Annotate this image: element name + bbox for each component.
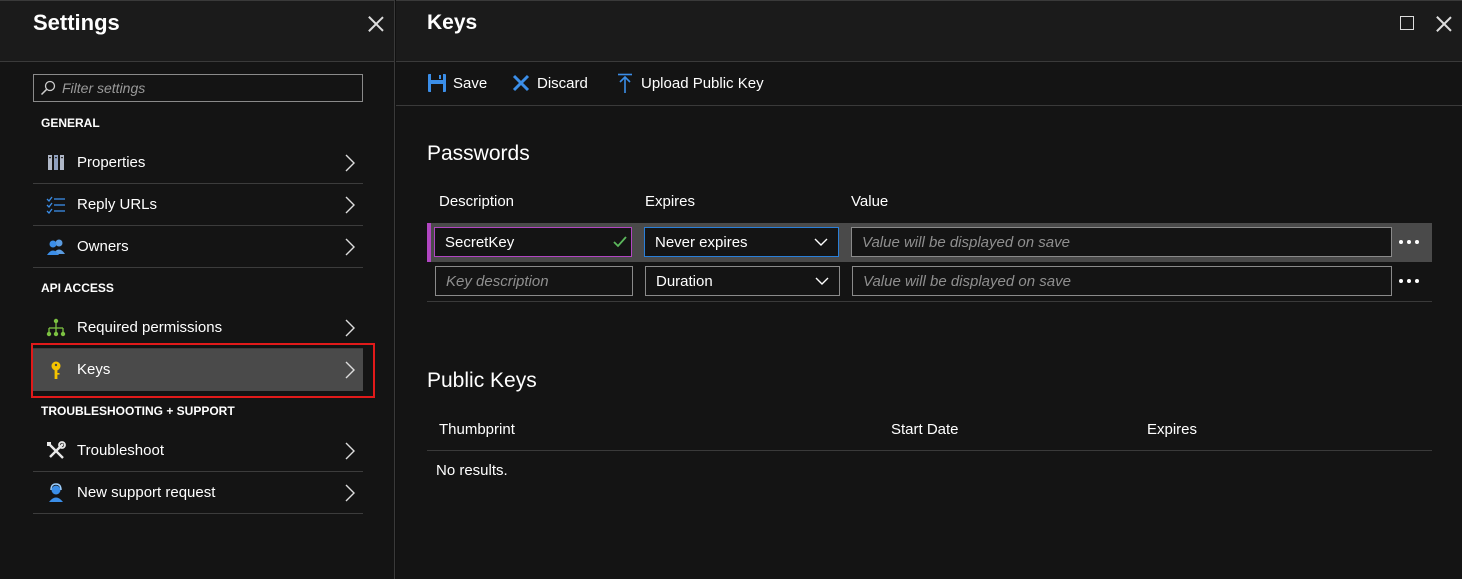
- sidebar-item-owners[interactable]: Owners: [33, 226, 363, 268]
- search-icon: [40, 80, 56, 96]
- upload-public-key-button[interactable]: Upload Public Key: [615, 73, 775, 95]
- column-header-value: Value: [851, 193, 889, 210]
- chevron-right-icon: [345, 196, 355, 214]
- properties-icon: [48, 155, 64, 170]
- save-button[interactable]: Save: [427, 73, 489, 95]
- sidebar-item-keys[interactable]: Keys: [33, 349, 363, 391]
- upload-icon: [618, 73, 632, 93]
- key-icon: [51, 361, 61, 379]
- key-description-field[interactable]: [435, 266, 633, 296]
- sidebar-item-label: Troubleshoot: [77, 442, 164, 459]
- duration-selected-value: Duration: [656, 273, 713, 290]
- hierarchy-icon: [46, 318, 66, 337]
- chevron-right-icon: [345, 238, 355, 256]
- sidebar-item-troubleshoot[interactable]: Troubleshoot: [33, 430, 363, 472]
- value-input[interactable]: [853, 267, 1391, 295]
- settings-header: Settings: [0, 1, 394, 62]
- password-row: Duration: [427, 262, 1432, 301]
- divider: [427, 301, 1432, 302]
- key-description-input[interactable]: [435, 228, 631, 256]
- section-general: GENERAL: [41, 116, 100, 130]
- support-person-icon: [49, 483, 63, 502]
- row-selected-accent: [427, 223, 431, 262]
- duration-dropdown[interactable]: Duration: [645, 266, 840, 296]
- discard-icon: [512, 74, 530, 92]
- divider: [427, 450, 1432, 451]
- value-field[interactable]: [852, 266, 1392, 296]
- filter-settings-input[interactable]: [62, 78, 358, 98]
- column-header-expires: Expires: [645, 193, 696, 210]
- more-options-icon[interactable]: [1397, 235, 1421, 249]
- list-icon: [46, 196, 65, 214]
- settings-title: Settings: [33, 10, 120, 35]
- close-icon[interactable]: [367, 15, 385, 33]
- sidebar-item-label: Properties: [77, 154, 146, 171]
- close-icon[interactable]: [1435, 15, 1453, 33]
- sidebar-item-label: Reply URLs: [77, 196, 158, 213]
- upload-public-key-label: Upload Public Key: [641, 75, 764, 92]
- settings-blade: Settings GENERAL Properties Reply URLs: [0, 0, 395, 579]
- chevron-down-icon: [814, 238, 828, 246]
- keys-header: Keys: [396, 1, 1462, 62]
- chevron-right-icon: [345, 361, 355, 379]
- more-options-icon[interactable]: [1397, 274, 1421, 288]
- chevron-right-icon: [345, 442, 355, 460]
- column-header-description: Description: [439, 193, 515, 210]
- sidebar-item-reply-urls[interactable]: Reply URLs: [33, 184, 363, 226]
- expires-dropdown[interactable]: Never expires: [644, 227, 839, 257]
- chevron-right-icon: [345, 484, 355, 502]
- chevron-right-icon: [345, 154, 355, 172]
- value-field[interactable]: [851, 227, 1392, 257]
- keys-title: Keys: [427, 11, 478, 34]
- column-header-start-date: Start Date: [891, 421, 959, 438]
- sidebar-item-label: Owners: [77, 238, 129, 255]
- keys-blade: Keys Save Discard Upload Public Key Pass…: [396, 0, 1462, 579]
- passwords-title: Passwords: [427, 142, 530, 165]
- checkmark-icon: [613, 236, 627, 248]
- sidebar-item-label: New support request: [77, 484, 216, 501]
- public-keys-title: Public Keys: [427, 369, 537, 392]
- key-description-input[interactable]: [436, 267, 632, 295]
- value-input[interactable]: [852, 228, 1391, 256]
- chevron-right-icon: [345, 319, 355, 337]
- maximize-icon[interactable]: [1400, 16, 1414, 30]
- column-header-expires: Expires: [1147, 421, 1198, 438]
- sidebar-item-new-support-request[interactable]: New support request: [33, 472, 363, 514]
- key-description-field[interactable]: [434, 227, 632, 257]
- save-icon: [428, 74, 446, 92]
- section-api-access: API ACCESS: [41, 281, 114, 295]
- sidebar-item-properties[interactable]: Properties: [33, 142, 363, 184]
- expires-selected-value: Never expires: [655, 234, 748, 251]
- toolbar: Save Discard Upload Public Key: [396, 63, 1462, 106]
- tools-icon: [47, 441, 66, 459]
- discard-label: Discard: [537, 75, 588, 92]
- save-label: Save: [453, 75, 488, 92]
- chevron-down-icon: [815, 277, 829, 285]
- filter-settings-field[interactable]: [33, 74, 363, 102]
- section-troubleshooting: TROUBLESHOOTING + SUPPORT: [41, 404, 235, 418]
- sidebar-item-required-permissions[interactable]: Required permissions: [33, 307, 363, 349]
- column-header-thumbprint: Thumbprint: [439, 421, 515, 438]
- no-results-text: No results.: [436, 462, 508, 479]
- sidebar-item-label: Keys: [77, 361, 111, 378]
- discard-button[interactable]: Discard: [511, 73, 593, 95]
- password-row: Never expires: [427, 223, 1432, 262]
- sidebar-item-label: Required permissions: [77, 319, 223, 336]
- users-icon: [47, 239, 65, 255]
